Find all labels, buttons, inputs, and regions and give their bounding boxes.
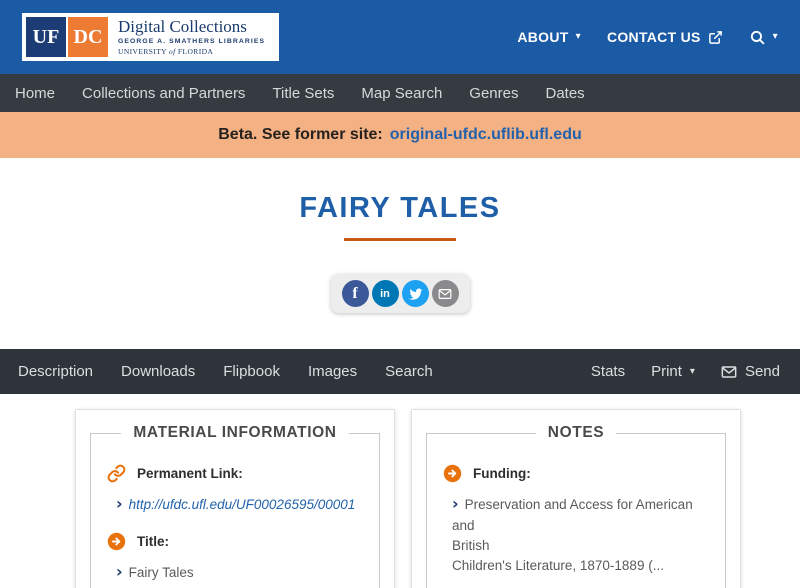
nav-item-home[interactable]: Home: [15, 85, 55, 102]
logo-university-post: FLORIDA: [177, 47, 214, 56]
funding-label-row: Funding:: [443, 464, 709, 483]
logo-squares: UF DC: [26, 17, 108, 57]
twitter-icon: [408, 286, 423, 301]
funding-label: Funding:: [473, 466, 531, 482]
facebook-icon: f: [352, 284, 358, 302]
ufdc-logo[interactable]: UF DC Digital Collections GEORGE A. SMAT…: [22, 13, 280, 61]
external-link-icon: [708, 30, 723, 45]
nav-item-collections-and-partners[interactable]: Collections and Partners: [82, 85, 245, 102]
funding-line: › Preservation and Access for American an…: [452, 495, 709, 536]
nav-item-title-sets[interactable]: Title Sets: [272, 85, 334, 102]
title-value: Fairy Tales: [128, 564, 194, 580]
toolbar-left: Description Downloads Flipbook Images Se…: [18, 363, 433, 380]
permanent-link-label-row: Permanent Link:: [107, 464, 363, 483]
social-share-area: f in: [0, 274, 800, 314]
caret-down-icon: ▾: [689, 365, 695, 377]
link-icon: [107, 464, 126, 483]
beta-banner: Beta. See former site: original-ufdc.ufl…: [0, 112, 800, 158]
funding-line: British: [452, 537, 490, 553]
notes-title: NOTES: [547, 424, 605, 442]
logo-university: UNIVERSITY of FLORIDA: [118, 47, 265, 56]
title-divider: [344, 238, 456, 242]
beta-banner-text: Beta. See former site:: [218, 126, 383, 143]
logo-subtitle: GEORGE A. SMATHERS LIBRARIES: [118, 38, 266, 45]
funding-line: Children's Literature, 1870-1889 (...: [452, 558, 664, 574]
title-label: Title:: [137, 533, 170, 549]
contact-us-label: CONTACT US: [606, 29, 701, 45]
nav-item-dates[interactable]: Dates: [545, 85, 584, 102]
material-information-title: MATERIAL INFORMATION: [133, 424, 337, 442]
page-title: FAIRY TALES: [299, 192, 501, 224]
caret-down-icon: ▾: [772, 31, 778, 42]
send-button[interactable]: Send: [721, 363, 780, 380]
logo-university-of: of: [169, 47, 176, 56]
twitter-share-button[interactable]: [401, 280, 429, 308]
linkedin-share-button[interactable]: in: [371, 280, 399, 308]
arrow-circle-icon: [107, 532, 126, 551]
site-header: UF DC Digital Collections GEORGE A. SMAT…: [0, 0, 800, 74]
print-label: Print: [651, 363, 682, 381]
email-share-button[interactable]: [431, 280, 459, 308]
tab-description[interactable]: Description: [18, 363, 93, 380]
search-icon: [749, 29, 766, 46]
nav-item-map-search[interactable]: Map Search: [361, 85, 442, 102]
facebook-share-button[interactable]: f: [341, 280, 369, 308]
funding-text: Preservation and Access for American and: [452, 497, 693, 533]
permanent-link-label: Permanent Link:: [137, 466, 243, 482]
permanent-link-value[interactable]: http://ufdc.ufl.edu/UF00026595/00001: [129, 497, 356, 512]
header-nav: ABOUT ▾ CONTACT US ▾: [517, 29, 778, 46]
item-toolbar: Description Downloads Flipbook Images Se…: [0, 349, 800, 395]
chevron-right-icon: ›: [116, 494, 123, 514]
caret-down-icon: ▾: [575, 31, 581, 42]
main-nav: Home Collections and Partners Title Sets…: [0, 74, 800, 112]
tab-search[interactable]: Search: [385, 363, 433, 380]
tab-images[interactable]: Images: [308, 363, 357, 380]
permanent-link-row: › http://ufdc.ufl.edu/UF00026595/00001: [116, 495, 363, 515]
funding-value: › Preservation and Access for American an…: [452, 495, 709, 576]
about-menu[interactable]: ABOUT ▾: [517, 29, 581, 45]
logo-title: Digital Collections: [118, 17, 247, 36]
search-toggle[interactable]: ▾: [749, 29, 778, 46]
linkedin-icon: in: [380, 287, 390, 300]
tab-downloads[interactable]: Downloads: [121, 363, 195, 380]
tab-flipbook[interactable]: Flipbook: [223, 363, 280, 380]
title-label-row: Title:: [107, 532, 363, 551]
chevron-right-icon: ›: [116, 561, 123, 581]
notes-fieldset: NOTES Funding: › Preservation and Access …: [426, 424, 726, 588]
stats-button[interactable]: Stats: [591, 363, 625, 380]
material-information-card: MATERIAL INFORMATION Permanent Link: › ht…: [75, 409, 395, 588]
send-label: Send: [744, 363, 780, 381]
about-label: ABOUT: [517, 29, 569, 45]
material-information-fieldset: MATERIAL INFORMATION Permanent Link: › ht…: [90, 424, 380, 588]
print-menu[interactable]: Print ▾: [651, 363, 695, 380]
chevron-right-icon: ›: [452, 494, 459, 514]
social-share-pill: f in: [330, 274, 470, 314]
arrow-circle-icon: [443, 464, 462, 483]
toolbar-right: Stats Print ▾ Send: [591, 363, 780, 380]
logo-text: Digital Collections GEORGE A. SMATHERS L…: [108, 17, 275, 57]
contact-us-link[interactable]: CONTACT US: [607, 29, 723, 45]
logo-university-pre: UNIVERSITY: [118, 47, 167, 56]
former-site-link[interactable]: original-ufdc.uflib.ufl.edu: [390, 126, 582, 144]
metadata-cards: MATERIAL INFORMATION Permanent Link: › ht…: [0, 409, 800, 588]
nav-item-genres[interactable]: Genres: [469, 85, 518, 102]
notes-card: NOTES Funding: › Preservation and Access …: [411, 409, 741, 588]
envelope-icon: [721, 364, 737, 380]
envelope-icon: [438, 287, 452, 301]
uf-logo-square: UF: [26, 17, 66, 57]
dc-logo-square: DC: [68, 17, 108, 57]
title-value-row: › Fairy Tales: [116, 563, 363, 583]
